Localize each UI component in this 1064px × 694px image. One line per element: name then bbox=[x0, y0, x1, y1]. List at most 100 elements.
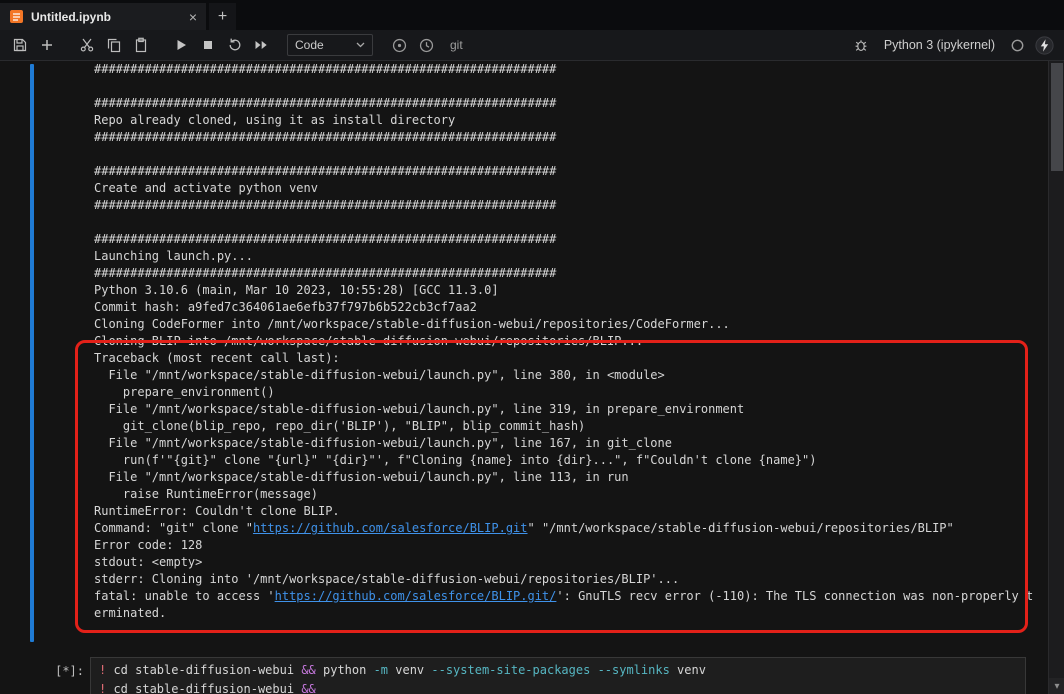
copy-cells-button[interactable] bbox=[100, 33, 127, 58]
text-segment: && bbox=[301, 663, 316, 677]
cut-cells-button[interactable] bbox=[73, 33, 100, 58]
text-segment: raise RuntimeError(message) bbox=[94, 487, 318, 501]
console-line: ########################################… bbox=[94, 61, 1033, 78]
console-line: git_clone(blip_repo, repo_dir('BLIP'), "… bbox=[94, 418, 1033, 435]
text-segment: File "/mnt/workspace/stable-diffusion-we… bbox=[94, 436, 672, 450]
notebook-toolbar: Code git Python 3 (ipykernel) bbox=[0, 30, 1064, 61]
paste-cells-button[interactable] bbox=[127, 33, 154, 58]
output-link[interactable]: https://github.com/salesforce/BLIP.git bbox=[253, 521, 528, 535]
interrupt-kernel-button[interactable] bbox=[194, 33, 221, 58]
run-all-icon bbox=[255, 41, 267, 49]
console-line: File "/mnt/workspace/stable-diffusion-we… bbox=[94, 367, 1033, 384]
console-line: stderr: Cloning into '/mnt/workspace/sta… bbox=[94, 571, 1033, 588]
cut-icon bbox=[80, 38, 93, 52]
text-segment: ########################################… bbox=[94, 198, 557, 212]
text-segment: ########################################… bbox=[94, 62, 557, 76]
console-line: Python 3.10.6 (main, Mar 10 2023, 10:55:… bbox=[94, 282, 1033, 299]
text-segment: --system-site-packages bbox=[431, 663, 591, 677]
console-line: fatal: unable to access 'https://github.… bbox=[94, 588, 1033, 605]
text-segment: Error code: 128 bbox=[94, 538, 203, 552]
text-segment: --symlinks bbox=[597, 663, 670, 677]
console-line: File "/mnt/workspace/stable-diffusion-we… bbox=[94, 401, 1033, 418]
output-link[interactable]: https://github.com/salesforce/BLIP.git/ bbox=[275, 589, 557, 603]
text-segment: Traceback (most recent call last): bbox=[94, 351, 340, 365]
console-line: ########################################… bbox=[94, 197, 1033, 214]
console-line: Repo already cloned, using it as install… bbox=[94, 112, 1033, 129]
active-cell-indicator bbox=[30, 64, 34, 642]
new-tab-button[interactable]: + bbox=[209, 3, 236, 30]
cell-type-value: Code bbox=[295, 38, 324, 52]
text-segment: Cloning CodeFormer into /mnt/workspace/s… bbox=[94, 317, 730, 331]
restart-kernel-button[interactable] bbox=[221, 33, 248, 58]
text-segment: cd stable-diffusion-webui bbox=[106, 663, 302, 677]
console-line: Traceback (most recent call last): bbox=[94, 350, 1033, 367]
code-editor[interactable]: ! cd stable-diffusion-webui && python -m… bbox=[90, 657, 1026, 694]
run-icon bbox=[177, 40, 186, 50]
console-line: ########################################… bbox=[94, 95, 1033, 112]
save-button[interactable] bbox=[6, 33, 33, 58]
text-segment bbox=[316, 682, 323, 694]
text-segment: File "/mnt/workspace/stable-diffusion-we… bbox=[94, 470, 629, 484]
debugger-button[interactable] bbox=[848, 33, 875, 58]
globe-icon bbox=[392, 38, 407, 52]
code-line: ! cd stable-diffusion-webui && python -m… bbox=[99, 661, 1017, 680]
text-segment: -m bbox=[373, 663, 389, 677]
git-button[interactable]: git bbox=[450, 38, 463, 52]
add-cell-icon bbox=[41, 40, 52, 50]
text-segment: File "/mnt/workspace/stable-diffusion-we… bbox=[94, 368, 665, 382]
stop-icon bbox=[203, 41, 212, 49]
kernel-name[interactable]: Python 3 (ipykernel) bbox=[884, 38, 995, 52]
text-segment: python bbox=[315, 663, 374, 677]
text-segment: " "/mnt/workspace/stable-diffusion-webui… bbox=[527, 521, 954, 535]
console-line: RuntimeError: Couldn't clone BLIP. bbox=[94, 503, 1033, 520]
console-line: ########################################… bbox=[94, 231, 1033, 248]
history-button[interactable] bbox=[413, 33, 440, 58]
text-segment: git_clone(blip_repo, repo_dir('BLIP'), "… bbox=[94, 419, 586, 433]
text-segment: File "/mnt/workspace/stable-diffusion-we… bbox=[94, 402, 745, 416]
jupyterlab-window: Untitled.ipynb × + Code git Python 3 (ip… bbox=[0, 0, 1064, 694]
text-segment: Create and activate python venv bbox=[94, 181, 318, 195]
console-line: Launching launch.py... bbox=[94, 248, 1033, 265]
console-line: ########################################… bbox=[94, 129, 1033, 146]
cell-output-console: ########################################… bbox=[94, 61, 1033, 622]
tab-bar: Untitled.ipynb × + bbox=[0, 0, 1064, 30]
text-segment: stderr: Cloning into '/mnt/workspace/sta… bbox=[94, 572, 680, 586]
text-segment: ########################################… bbox=[94, 130, 557, 144]
console-line: prepare_environment() bbox=[94, 384, 1033, 401]
notebook-icon bbox=[10, 10, 23, 23]
tab-untitled-ipynb[interactable]: Untitled.ipynb × bbox=[0, 3, 206, 30]
copy-icon bbox=[107, 38, 120, 53]
add-cell-button[interactable] bbox=[33, 33, 60, 58]
text-segment: fatal: unable to access ' bbox=[94, 589, 275, 603]
console-line: Create and activate python venv bbox=[94, 180, 1033, 197]
text-segment: Launching launch.py... bbox=[94, 249, 253, 263]
text-segment: Command: "git" clone " bbox=[94, 521, 253, 535]
run-cell-button[interactable] bbox=[167, 33, 194, 58]
close-tab-icon[interactable]: × bbox=[189, 10, 197, 24]
save-icon bbox=[13, 38, 26, 52]
text-segment: ': GnuTLS recv error (-110): The TLS con… bbox=[556, 589, 1034, 603]
bug-icon bbox=[855, 40, 867, 51]
restart-run-all-button[interactable] bbox=[248, 33, 275, 58]
text-segment: cd stable-diffusion-webui bbox=[106, 682, 302, 694]
cell-type-dropdown[interactable]: Code bbox=[287, 34, 373, 56]
execution-count-prompt: [*]: bbox=[55, 664, 84, 678]
scroll-down-icon[interactable]: ▾ bbox=[1049, 678, 1064, 694]
scrollbar[interactable]: ▾ bbox=[1048, 61, 1064, 694]
bolt-button[interactable] bbox=[1031, 33, 1058, 58]
text-segment: venv bbox=[388, 663, 432, 677]
console-line: Cloning CodeFormer into /mnt/workspace/s… bbox=[94, 316, 1033, 333]
kernel-status-button[interactable] bbox=[1004, 33, 1031, 58]
text-segment: erminated. bbox=[94, 606, 167, 620]
console-line: raise RuntimeError(message) bbox=[94, 486, 1033, 503]
scrollbar-thumb[interactable] bbox=[1051, 63, 1063, 171]
text-segment: ########################################… bbox=[94, 96, 557, 110]
console-line: Command: "git" clone "https://github.com… bbox=[94, 520, 1033, 537]
bolt-icon bbox=[1035, 35, 1054, 55]
console-line: stdout: <empty> bbox=[94, 554, 1033, 571]
globe-button[interactable] bbox=[386, 33, 413, 58]
text-segment: ########################################… bbox=[94, 164, 557, 178]
